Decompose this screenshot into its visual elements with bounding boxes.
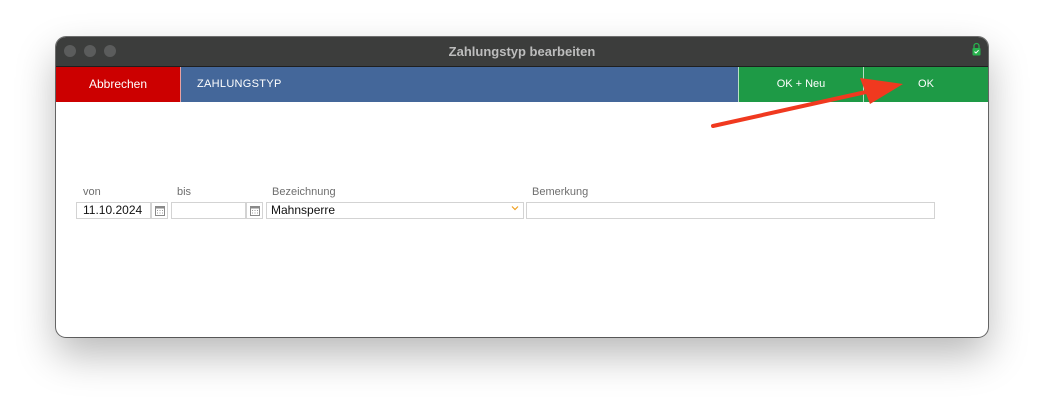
- designation-value: Mahnsperre: [271, 203, 336, 217]
- to-calendar-button[interactable]: [246, 202, 263, 219]
- cancel-button[interactable]: Abbrechen: [56, 67, 181, 102]
- lock-icon: [972, 42, 981, 56]
- payment-type-form: von bis Bezeichnung Bemerkung 11.10.2024: [56, 102, 988, 337]
- screenshot-stage: Zahlungstyp bearbeiten Abbrechen ZAHLUNG…: [0, 0, 1044, 412]
- to-date-input[interactable]: [171, 202, 246, 219]
- designation-select[interactable]: Mahnsperre: [266, 202, 524, 219]
- action-toolbar: Abbrechen ZAHLUNGSTYP OK + Neu OK: [56, 67, 988, 102]
- to-label: bis: [177, 186, 192, 198]
- ok-button[interactable]: OK: [863, 67, 988, 102]
- calendar-icon: [250, 206, 260, 216]
- from-date-input[interactable]: 11.10.2024: [76, 202, 151, 219]
- from-label: von: [83, 186, 101, 198]
- remark-label: Bemerkung: [532, 186, 589, 198]
- window-title: Zahlungstyp bearbeiten: [448, 44, 596, 59]
- ok-new-button[interactable]: OK + Neu: [738, 67, 863, 102]
- chevron-down-icon: [511, 206, 519, 211]
- title-bar: Zahlungstyp bearbeiten: [56, 37, 988, 67]
- section-title: ZAHLUNGSTYP: [181, 67, 738, 102]
- calendar-icon: [155, 206, 165, 216]
- from-calendar-button[interactable]: [151, 202, 168, 219]
- designation-label: Bezeichnung: [272, 186, 336, 198]
- remark-input[interactable]: [526, 202, 935, 219]
- dialog-window: Zahlungstyp bearbeiten Abbrechen ZAHLUNG…: [56, 37, 988, 337]
